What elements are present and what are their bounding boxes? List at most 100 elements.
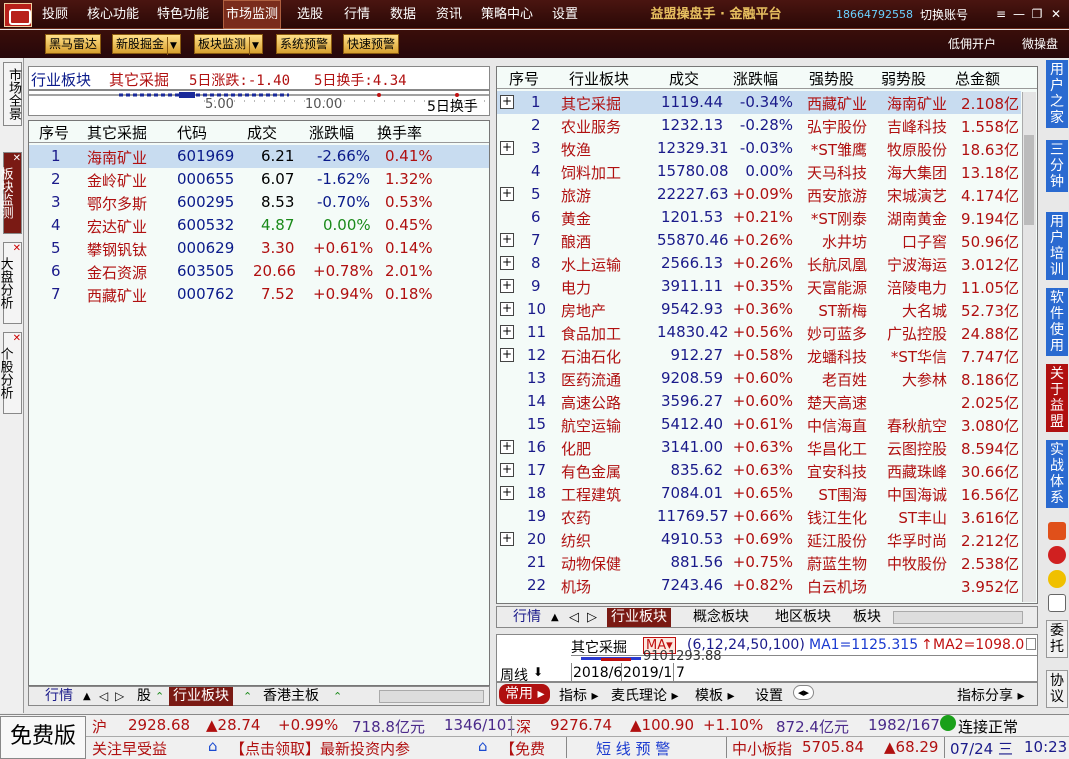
col-weak[interactable]: 弱势股: [881, 68, 926, 89]
nav-about[interactable]: 关于益盟: [1046, 364, 1068, 432]
close-tab-icon[interactable]: ✕: [13, 333, 21, 345]
nav-agreement[interactable]: 协议: [1046, 670, 1068, 708]
caret-icon[interactable]: ⌃: [333, 687, 342, 706]
home-icon[interactable]: ⌂: [208, 737, 218, 755]
col-index[interactable]: 序号: [39, 122, 69, 143]
expand-plus-icon[interactable]: +: [500, 95, 514, 109]
ticker-free[interactable]: 【免费: [500, 738, 545, 759]
table-row[interactable]: 4 饲料加工 15780.08 0.00% 天马科技 海大集团 13.18亿: [497, 160, 1021, 183]
caret-icon[interactable]: ⌃: [243, 687, 252, 706]
col-sector[interactable]: 行业板块: [569, 68, 629, 89]
expand-plus-icon[interactable]: +: [500, 302, 514, 316]
open-account-link[interactable]: 低佣开户: [948, 34, 996, 54]
menu-item-news[interactable]: 资讯: [432, 0, 466, 29]
tab-quotes[interactable]: 行情: [45, 687, 73, 706]
table-row[interactable]: 2 农业服务 1232.13 -0.28% 弘宇股份 吉峰科技 1.558亿: [497, 114, 1021, 137]
chart-nav-arrows-icon[interactable]: ◂▸: [793, 685, 815, 700]
table-row[interactable]: +1 其它采掘 1119.44 -0.34% 西藏矿业 海南矿业 2.108亿: [497, 91, 1021, 114]
table-row[interactable]: +18 工程建筑 7084.01 +0.65% ST围海 中国海诚 16.56亿: [497, 482, 1021, 505]
chart-settings-button[interactable]: 设置: [755, 685, 783, 705]
mcmillan-theory-menu-button[interactable]: 麦氏理论 ▸: [611, 685, 678, 705]
table-row[interactable]: +8 水上运输 2566.13 +0.26% 长航凤凰 宁波海运 3.012亿: [497, 252, 1021, 275]
template-menu-button[interactable]: 模板 ▸: [695, 685, 734, 705]
ticker-claim[interactable]: 【点击领取】最新投资内参: [230, 738, 410, 759]
table-row[interactable]: +11 食品加工 14830.42 +0.56% 妙可蓝多 广弘控股 24.88亿: [497, 321, 1021, 344]
scroll-left-icon[interactable]: ◁: [569, 608, 579, 627]
expand-plus-icon[interactable]: +: [500, 233, 514, 247]
scroll-right-icon[interactable]: ▷: [115, 687, 124, 706]
close-icon[interactable]: ✕: [1049, 8, 1063, 20]
system-alert-button[interactable]: 系统预警: [276, 34, 333, 54]
close-tab-icon[interactable]: ✕: [13, 243, 21, 255]
scroll-left-icon[interactable]: ◁: [99, 687, 108, 706]
tab-sector[interactable]: 板块: [853, 608, 881, 627]
sector-monitor-button[interactable]: 板块监测 ▼: [194, 34, 263, 55]
new-stock-button[interactable]: 新股掘金 ▼: [112, 34, 181, 55]
nav-software-usage[interactable]: 软件使用: [1046, 288, 1068, 356]
home-icon[interactable]: ⌂: [478, 737, 488, 755]
quick-alert-button[interactable]: 快速预警: [343, 34, 400, 54]
table-row[interactable]: 5 攀钢钒钛 000629 3.30 +0.61% 0.14%: [29, 237, 489, 260]
chart-close-icon[interactable]: [1026, 638, 1036, 650]
table-row[interactable]: 22 机场 7243.46 +0.82% 白云机场 3.952亿: [497, 574, 1021, 597]
chat-icon[interactable]: [1048, 594, 1066, 612]
table-row[interactable]: 2 金岭矿业 000655 6.07 -1.62% 1.32%: [29, 168, 489, 191]
expand-plus-icon[interactable]: +: [500, 141, 514, 155]
col-amount[interactable]: 总金额: [955, 68, 1000, 89]
nav-trade[interactable]: 委托: [1046, 620, 1068, 658]
table-row[interactable]: 1 海南矿业 601969 6.21 -2.66% 0.41%: [29, 145, 489, 168]
menu-item-market-monitor[interactable]: 市场监测: [223, 0, 281, 29]
scrollbar-thumb[interactable]: [1024, 135, 1034, 225]
caret-icon[interactable]: ⌃: [155, 687, 164, 706]
switch-account-link[interactable]: 切换账号: [920, 0, 968, 30]
expand-plus-icon[interactable]: +: [500, 187, 514, 201]
table-row[interactable]: 21 动物保健 881.56 +0.75% 蔚蓝生物 中牧股份 2.538亿: [497, 551, 1021, 574]
nav-user-home[interactable]: 用户之家: [1046, 60, 1068, 128]
close-tab-icon[interactable]: ✕: [13, 153, 21, 165]
table-row[interactable]: 4 宏达矿业 600532 4.87 0.00% 0.45%: [29, 214, 489, 237]
col-strong[interactable]: 强势股: [809, 68, 854, 89]
scroll-up-icon[interactable]: ▲: [83, 687, 91, 706]
expand-plus-icon[interactable]: +: [500, 532, 514, 546]
table-row[interactable]: +5 旅游 22227.63 +0.09% 西安旅游 宋城演艺 4.174亿: [497, 183, 1021, 206]
nav-three-minutes[interactable]: 三分钟: [1046, 140, 1068, 192]
qq-icon[interactable]: [1048, 570, 1066, 588]
col-turnover[interactable]: 换手率: [377, 122, 422, 143]
table-row[interactable]: +7 酿酒 55870.46 +0.26% 水井坊 口子窖 50.96亿: [497, 229, 1021, 252]
table-row[interactable]: +16 化肥 3141.00 +0.63% 华昌化工 云图控股 8.594亿: [497, 436, 1021, 459]
nav-user-training[interactable]: 用户培训: [1046, 212, 1068, 280]
scroll-right-icon[interactable]: ▷: [587, 608, 597, 627]
menu-item-features[interactable]: 特色功能: [154, 0, 212, 29]
restore-icon[interactable]: ❐: [1030, 8, 1044, 20]
tab-region-sector[interactable]: 地区板块: [775, 608, 831, 627]
table-row[interactable]: +10 房地产 9542.93 +0.36% ST新梅 大名城 52.73亿: [497, 298, 1021, 321]
table-row[interactable]: +20 纺织 4910.53 +0.69% 延江股份 华孚时尚 2.212亿: [497, 528, 1021, 551]
horizontal-scrollbar[interactable]: [893, 611, 1023, 624]
menu-item-quotes[interactable]: 行情: [340, 0, 374, 29]
short-term-alert[interactable]: 短 线 预 警: [596, 738, 670, 759]
expand-plus-icon[interactable]: +: [500, 463, 514, 477]
expand-plus-icon[interactable]: +: [500, 279, 514, 293]
indicator-menu-button[interactable]: 指标 ▸: [559, 685, 598, 705]
tab-hk-main[interactable]: 香港主板: [263, 687, 319, 706]
expand-plus-icon[interactable]: +: [500, 348, 514, 362]
col-price[interactable]: 成交: [247, 122, 277, 143]
tab-industry-sector[interactable]: 行业板块: [169, 687, 233, 706]
col-index[interactable]: 序号: [509, 68, 539, 89]
col-code[interactable]: 代码: [177, 122, 207, 143]
tab-sector-monitor[interactable]: ✕ 板块监测: [0, 152, 22, 234]
sz-index[interactable]: 9276.74: [550, 716, 612, 734]
menu-item-stock-select[interactable]: 选股: [293, 0, 327, 29]
common-menu-button[interactable]: 常用 ▸: [499, 684, 551, 704]
notification-icon[interactable]: [1048, 522, 1066, 540]
table-row[interactable]: +3 牧渔 12329.31 -0.03% *ST雏鹰 牧原股份 18.63亿: [497, 137, 1021, 160]
tab-quotes[interactable]: 行情: [513, 608, 541, 627]
expand-plus-icon[interactable]: +: [500, 256, 514, 270]
table-row[interactable]: 6 黄金 1201.53 +0.21% *ST刚泰 湖南黄金 9.194亿: [497, 206, 1021, 229]
table-row[interactable]: +9 电力 3911.11 +0.35% 天富能源 涪陵电力 11.05亿: [497, 275, 1021, 298]
tab-stock-analysis[interactable]: ✕ 个股分析: [0, 332, 22, 414]
horizontal-scrollbar[interactable]: [379, 690, 484, 703]
dropdown-arrow-icon[interactable]: ▼: [249, 37, 259, 55]
col-name[interactable]: 其它采掘: [87, 122, 147, 143]
scroll-up-icon[interactable]: ▲: [551, 608, 559, 627]
